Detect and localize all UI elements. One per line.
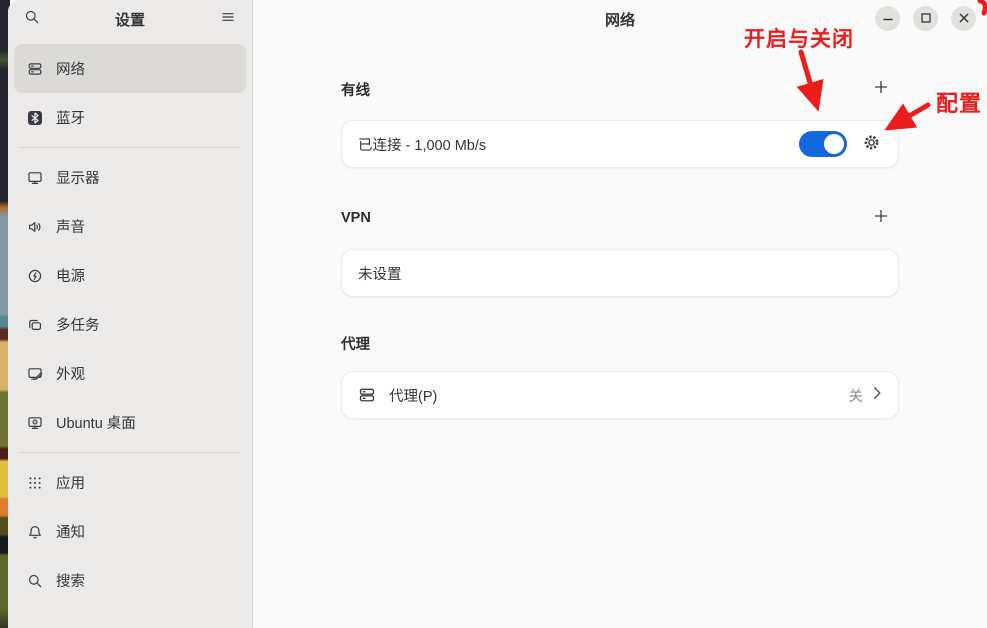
sidebar-item-label: 多任务 [56,314,100,335]
appearance-icon [27,366,43,382]
sidebar-item-multitasking[interactable]: 多任务 [14,300,246,349]
power-icon [27,268,43,284]
main-menu-button[interactable] [214,5,242,33]
wired-connection-label: 已连接 - 1,000 Mb/s [358,134,799,155]
minimize-button[interactable] [875,6,900,31]
gear-icon [862,133,881,156]
wired-section-header: 有线 [341,75,899,103]
sidebar-item-label: 外观 [56,363,85,384]
sidebar-item-displays[interactable]: 显示器 [14,153,246,202]
wired-settings-button[interactable] [860,133,882,155]
sidebar-separator [20,147,240,148]
sidebar-item-label: 电源 [56,265,85,286]
network-icon [27,61,43,77]
multitasking-icon [27,317,43,333]
add-wired-connection-button[interactable] [867,75,895,103]
chevron-right-icon [873,386,882,404]
minimize-icon [883,10,893,28]
search-button[interactable] [18,5,46,33]
proxy-status-badge: 关 [849,385,864,406]
vpn-section-header: VPN [341,204,899,232]
page-title: 网络 [605,9,635,30]
proxy-section-title: 代理 [341,333,370,354]
wired-section-title: 有线 [341,79,370,100]
sidebar-item-ubuntu-desktop[interactable]: Ubuntu 桌面 [14,398,246,447]
sidebar-item-bluetooth[interactable]: 蓝牙 [14,93,246,142]
sidebar-item-appearance[interactable]: 外观 [14,349,246,398]
sidebar-separator [20,452,240,453]
headerbar: 网络 [253,0,987,38]
vpn-empty-row: 未设置 [341,249,899,297]
sidebar-item-label: Ubuntu 桌面 [56,412,136,433]
proxy-label: 代理(P) [389,385,849,406]
sidebar-item-apps[interactable]: 应用 [14,458,246,507]
toggle-knob [824,134,844,154]
hamburger-menu-icon [220,9,236,30]
sidebar-item-label: 网络 [56,58,85,79]
sidebar-item-label: 应用 [56,472,85,493]
sidebar-item-label: 搜索 [56,570,85,591]
close-button[interactable] [951,6,976,31]
apps-grid-icon [27,475,43,491]
window-controls [875,6,976,31]
bluetooth-icon [27,110,43,126]
sidebar-item-sound[interactable]: 声音 [14,202,246,251]
proxy-row[interactable]: 代理(P) 关 [341,371,899,419]
sidebar-item-label: 声音 [56,216,85,237]
vpn-empty-label: 未设置 [358,263,882,284]
sidebar-nav: 网络 蓝牙 显示器 声音 [8,38,252,605]
sidebar-header: 设置 [8,0,252,38]
sidebar-item-label: 通知 [56,521,85,542]
proxy-network-icon [358,386,376,404]
maximize-icon [921,10,931,28]
sidebar: 设置 网络 蓝牙 [8,0,253,628]
close-icon [959,10,969,28]
add-vpn-button[interactable] [867,204,895,232]
settings-window: 设置 网络 蓝牙 [8,0,987,628]
network-settings-content: 有线 已连接 - 1,000 Mb/s [341,38,899,419]
sidebar-item-label: 蓝牙 [56,107,85,128]
sidebar-item-notifications[interactable]: 通知 [14,507,246,556]
search-icon [27,573,43,589]
bell-icon [27,524,43,540]
wired-connection-row[interactable]: 已连接 - 1,000 Mb/s [341,120,899,168]
sidebar-item-search[interactable]: 搜索 [14,556,246,605]
main-panel: 网络 [253,0,987,628]
sidebar-item-label: 显示器 [56,167,100,188]
search-icon [24,9,40,30]
sound-icon [27,219,43,235]
display-icon [27,170,43,186]
plus-icon [873,208,889,229]
sidebar-item-power[interactable]: 电源 [14,251,246,300]
wired-toggle[interactable] [799,131,847,157]
plus-icon [873,79,889,100]
maximize-button[interactable] [913,6,938,31]
sidebar-item-network[interactable]: 网络 [14,44,246,93]
ubuntu-desktop-icon [27,415,43,431]
vpn-section-title: VPN [341,210,371,226]
app-title: 设置 [46,9,214,30]
proxy-section-header: 代理 [341,333,899,354]
